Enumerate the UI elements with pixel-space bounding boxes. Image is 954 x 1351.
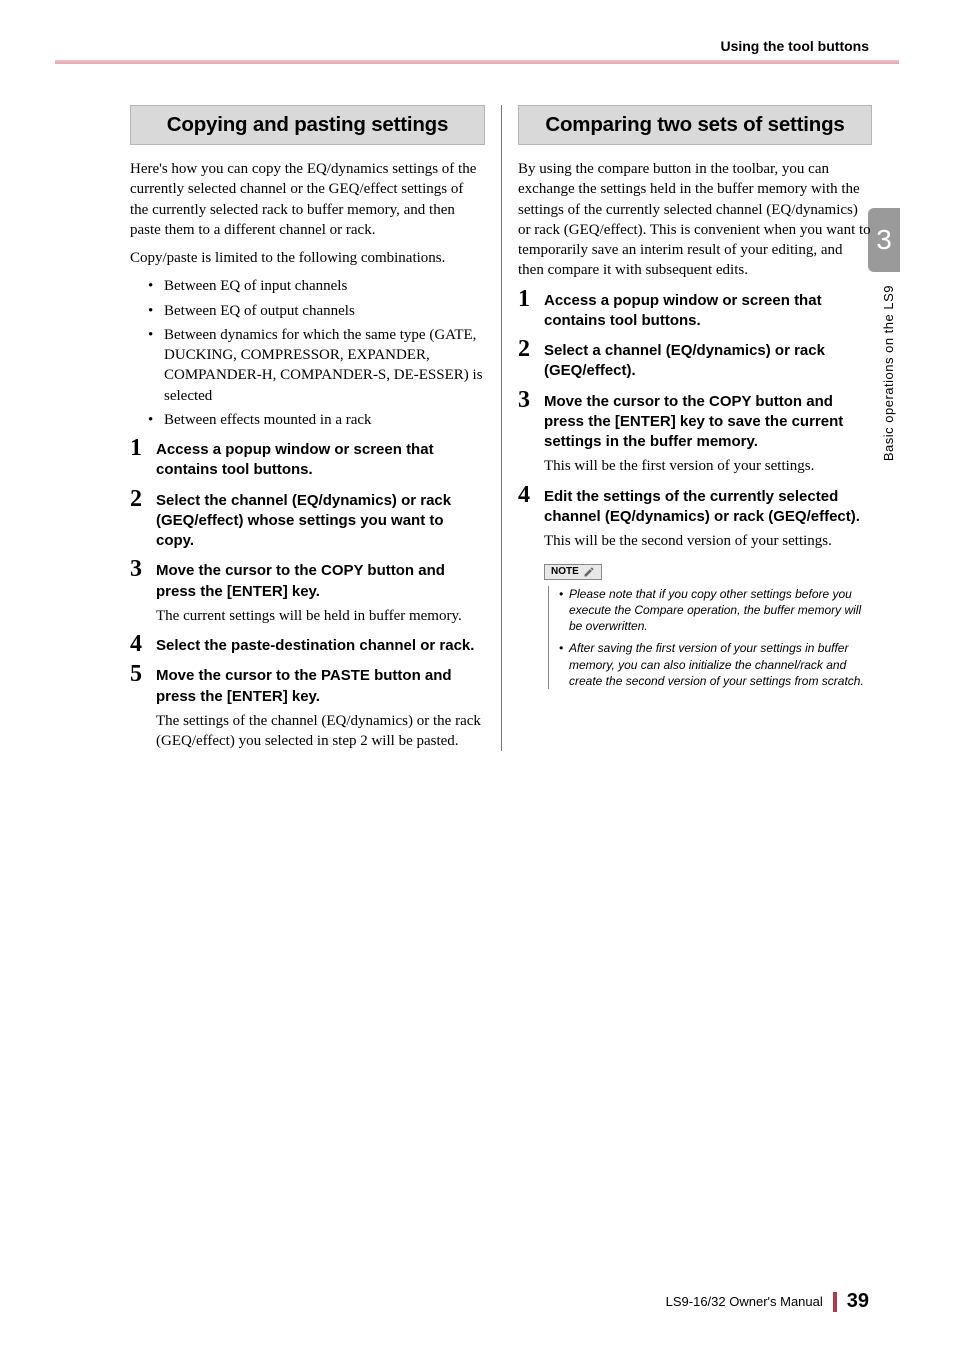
step-1-right: 1 Access a popup window or screen that c… [518, 291, 872, 332]
chapter-tab: 3 [868, 208, 900, 272]
step-title: Access a popup window or screen that con… [156, 440, 485, 481]
step-3-left: 3 Move the cursor to the COPY button and… [130, 561, 485, 626]
step-title: Move the cursor to the COPY button and p… [544, 392, 872, 453]
step-2-right: 2 Select a channel (EQ/dynamics) or rack… [518, 341, 872, 382]
step-title: Move the cursor to the COPY button and p… [156, 561, 485, 602]
step-number: 2 [130, 487, 142, 511]
step-number: 4 [518, 483, 530, 507]
step-5-left: 5 Move the cursor to the PASTE button an… [130, 666, 485, 751]
step-number: 1 [130, 436, 142, 460]
header-rule [55, 60, 899, 64]
step-number: 5 [130, 662, 142, 686]
step-body: The current settings will be held in buf… [156, 606, 485, 626]
footer-page-number: 39 [847, 1290, 869, 1313]
note-label: NOTE [551, 566, 579, 577]
footer-accent-bar [833, 1292, 837, 1312]
left-column: Copying and pasting settings Here's how … [130, 105, 501, 751]
footer-doc-title: LS9-16/32 Owner's Manual [666, 1294, 823, 1309]
bullet-item: Between effects mounted in a rack [152, 410, 485, 430]
pencil-icon [583, 566, 595, 578]
step-number: 1 [518, 287, 530, 311]
bullet-item: Between EQ of output channels [152, 301, 485, 321]
step-number: 3 [130, 557, 142, 581]
note-label-box: NOTE [544, 564, 602, 580]
right-column: Comparing two sets of settings By using … [501, 105, 872, 751]
content-area: Copying and pasting settings Here's how … [130, 105, 872, 751]
step-body: This will be the first version of your s… [544, 456, 872, 476]
section-heading-right: Comparing two sets of settings [518, 105, 872, 145]
step-title: Move the cursor to the PASTE button and … [156, 666, 485, 707]
intro-paragraph-right: By using the compare button in the toolb… [518, 159, 872, 281]
note-block: NOTE Please note that if you copy other … [518, 561, 872, 689]
running-head: Using the tool buttons [720, 38, 869, 54]
note-list: Please note that if you copy other setti… [548, 586, 872, 689]
bullet-list-left: Between EQ of input channels Between EQ … [130, 276, 485, 430]
step-title: Select a channel (EQ/dynamics) or rack (… [544, 341, 872, 382]
step-number: 3 [518, 388, 530, 412]
intro-paragraph-2-left: Copy/paste is limited to the following c… [130, 248, 485, 268]
chapter-label: Basic operations on the LS9 [881, 285, 896, 461]
step-4-right: 4 Edit the settings of the currently sel… [518, 487, 872, 552]
footer: LS9-16/32 Owner's Manual 39 [666, 1290, 869, 1313]
note-item: Please note that if you copy other setti… [559, 586, 872, 635]
step-3-right: 3 Move the cursor to the COPY button and… [518, 392, 872, 477]
step-body: This will be the second version of your … [544, 531, 872, 551]
step-1-left: 1 Access a popup window or screen that c… [130, 440, 485, 481]
step-title: Select the paste-destination channel or … [156, 636, 485, 656]
step-number: 2 [518, 337, 530, 361]
chapter-number: 3 [876, 224, 892, 256]
section-heading-left: Copying and pasting settings [130, 105, 485, 145]
step-body: The settings of the channel (EQ/dynamics… [156, 711, 485, 752]
intro-paragraph-1-left: Here's how you can copy the EQ/dynamics … [130, 159, 485, 240]
step-title: Edit the settings of the currently selec… [544, 487, 872, 528]
step-2-left: 2 Select the channel (EQ/dynamics) or ra… [130, 491, 485, 552]
bullet-item: Between EQ of input channels [152, 276, 485, 296]
bullet-item: Between dynamics for which the same type… [152, 325, 485, 406]
step-title: Select the channel (EQ/dynamics) or rack… [156, 491, 485, 552]
step-number: 4 [130, 632, 142, 656]
step-4-left: 4 Select the paste-destination channel o… [130, 636, 485, 656]
note-item: After saving the first version of your s… [559, 640, 872, 689]
step-title: Access a popup window or screen that con… [544, 291, 872, 332]
